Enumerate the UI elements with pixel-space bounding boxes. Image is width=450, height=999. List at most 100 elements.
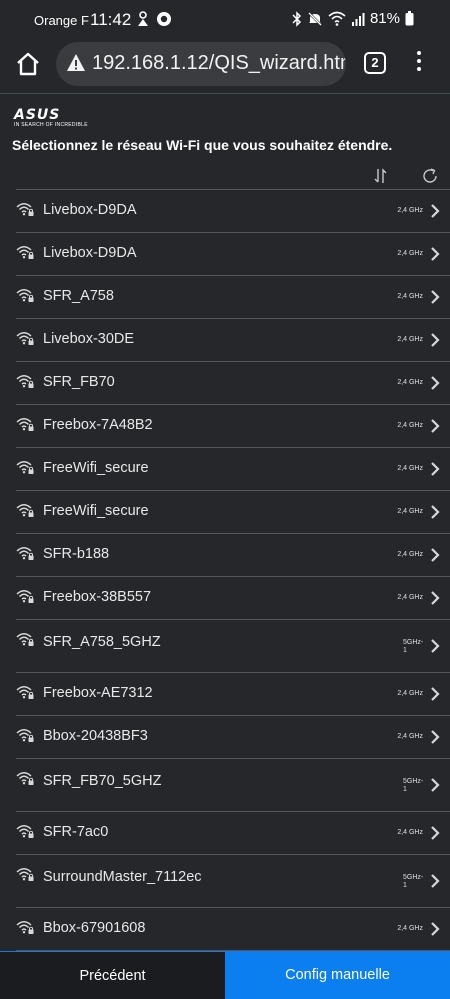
wifi-lock-icon [16,728,34,748]
network-band: 5GHz-1 [403,874,424,889]
wifi-lock-icon [16,546,34,566]
network-ssid: Bbox-67901608 [43,920,146,936]
battery-icon [405,11,414,26]
network-band: 2,4 GHz [397,690,423,697]
tabs-button[interactable]: 2 [364,52,386,74]
wifi-lock-icon [16,867,34,887]
network-row[interactable]: Livebox-D9DA 2,4 GHz [16,190,450,233]
manual-config-button[interactable]: Config manuelle [225,951,450,999]
overflow-menu-button[interactable] [414,51,424,75]
network-row[interactable]: Livebox-30DE 2,4 GHz [16,319,450,362]
network-row[interactable]: Livebox-D9DA 2,4 GHz [16,233,450,276]
chevron-right-icon[interactable] [430,461,440,482]
network-row[interactable]: Freebox-38B557 2,4 GHz [16,577,450,620]
network-row[interactable]: SFR_FB70 2,4 GHz [16,362,450,405]
wifi-lock-icon [16,374,34,394]
wifi-lock-icon [16,288,34,308]
network-band: 2,4 GHz [397,422,423,429]
previous-button[interactable]: Précédent [0,951,225,999]
home-button[interactable] [14,50,42,78]
chevron-right-icon[interactable] [430,729,440,750]
wifi-lock-icon [16,245,34,265]
network-row[interactable]: Freebox-AE7312 2,4 GHz [16,673,450,716]
chevron-right-icon[interactable] [430,504,440,525]
chevron-right-icon[interactable] [430,547,440,568]
menu-dot-icon [417,59,421,63]
status-bar: Orange F 11:42 81% [0,0,450,40]
network-row[interactable]: Freebox-7A48B2 2,4 GHz [16,405,450,448]
network-band: 5GHz-1 [403,639,424,654]
chevron-right-icon[interactable] [430,246,440,267]
network-band: 2,4 GHz [397,336,423,343]
chevron-right-icon[interactable] [430,686,440,707]
sort-icon[interactable] [372,167,390,190]
chevron-right-icon[interactable] [430,418,440,439]
menu-dot-icon [417,51,421,55]
network-row[interactable]: SFR_A758 2,4 GHz [16,276,450,319]
wifi-lock-icon [16,202,34,222]
refresh-icon[interactable] [421,167,439,190]
network-ssid: SFR-7ac0 [43,824,109,840]
network-ssid: SurroundMaster_7112ec [43,869,202,885]
network-ssid: SFR_FB70 [43,374,115,390]
network-ssid: Freebox-AE7312 [43,685,153,701]
network-row[interactable]: FreeWifi_secure 2,4 GHz [16,448,450,491]
network-row[interactable]: Bbox-20438BF3 2,4 GHz [16,716,450,759]
chevron-right-icon[interactable] [430,777,440,798]
network-ssid: SFR_A758 [43,288,114,304]
wifi-lock-icon [16,824,34,844]
network-band: 2,4 GHz [397,250,423,257]
network-ssid: FreeWifi_secure [43,503,149,519]
network-list: Livebox-D9DA 2,4 GHz Livebox-D9DA 2,4 GHz SF… [16,189,450,951]
browser-toolbar: 192.168.1.12/QIS_wizard.htm 2 [0,40,450,94]
network-row[interactable]: SFR_A758_5GHZ 5GHz-1 [16,620,450,673]
carrier-label: Orange F [34,13,89,28]
network-band: 2,4 GHz [397,925,423,932]
wifi-lock-icon [16,685,34,705]
chevron-right-icon[interactable] [430,825,440,846]
wifi-lock-icon [16,331,34,351]
network-band: 2,4 GHz [397,465,423,472]
network-ssid: Livebox-D9DA [43,202,137,218]
network-ssid: SFR_FB70_5GHZ [43,773,162,789]
chevron-right-icon[interactable] [430,638,440,659]
bluetooth-icon [292,10,302,27]
network-row[interactable]: FreeWifi_secure 2,4 GHz [16,491,450,534]
chevron-right-icon[interactable] [430,873,440,894]
network-band: 2,4 GHz [397,551,423,558]
network-ssid: Livebox-D9DA [43,245,137,261]
network-band: 2,4 GHz [397,293,423,300]
network-band: 2,4 GHz [397,594,423,601]
chevron-right-icon[interactable] [430,203,440,224]
clock: 11:42 [90,10,132,29]
wifi-lock-icon [16,632,34,652]
network-row[interactable]: SFR_FB70_5GHZ 5GHz-1 [16,759,450,812]
network-row[interactable]: SFR-b188 2,4 GHz [16,534,450,577]
network-row[interactable]: Bbox-67901608 2,4 GHz [16,908,450,951]
battery-percent: 81% [369,10,400,27]
list-tools [0,167,450,189]
network-ssid: Freebox-38B557 [43,589,152,605]
chevron-right-icon[interactable] [430,289,440,310]
network-band: 2,4 GHz [397,829,423,836]
wifi-lock-icon [16,460,34,480]
url-text[interactable]: 192.168.1.12/QIS_wizard.htm [92,52,346,75]
chevron-right-icon[interactable] [430,375,440,396]
wifi-lock-icon [16,417,34,437]
wifi-lock-icon [16,771,34,791]
network-band: 2,4 GHz [397,733,423,740]
network-row[interactable]: SFR-7ac0 2,4 GHz [16,812,450,855]
warning-icon[interactable] [66,53,86,77]
home-icon [17,52,39,76]
address-bar[interactable]: 192.168.1.12/QIS_wizard.htm [56,42,346,86]
network-band: 2,4 GHz [397,508,423,515]
chevron-right-icon[interactable] [430,590,440,611]
chevron-right-icon[interactable] [430,332,440,353]
network-row[interactable]: SurroundMaster_7112ec 5GHz-1 [16,855,450,908]
network-ssid: SFR-b188 [43,546,110,562]
network-ssid: Livebox-30DE [43,331,135,347]
chevron-right-icon[interactable] [430,921,440,942]
app-notification-icon [156,11,172,27]
network-ssid: Bbox-20438BF3 [43,728,148,744]
page-content: ASUS IN SEARCH OF INCREDIBLE Sélectionne… [0,95,450,951]
